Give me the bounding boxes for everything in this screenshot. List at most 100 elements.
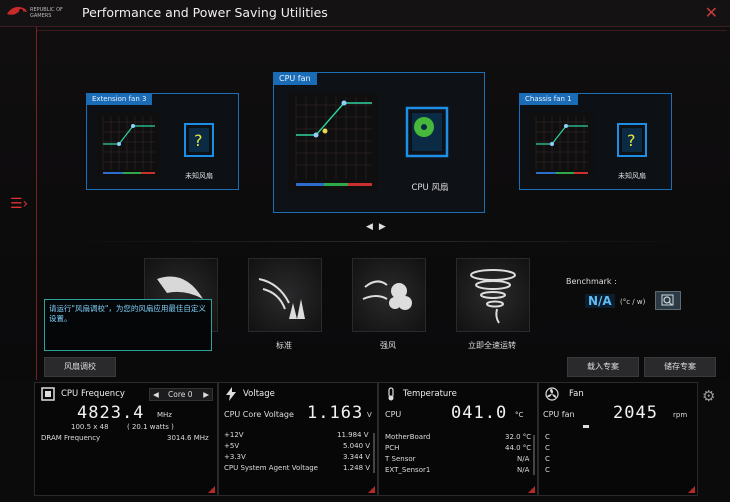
cpu-frequency-unit: MHz — [157, 411, 172, 419]
svg-text:?: ? — [194, 131, 203, 150]
menu-icon[interactable]: ☰› — [10, 196, 28, 212]
cpu-temp-unit: °C — [515, 411, 524, 419]
cpu-fan-unit: rpm — [673, 411, 688, 419]
benchmark-title: Benchmark : — [566, 277, 617, 286]
wind-icon — [258, 278, 305, 319]
next-icon[interactable]: ▶ — [379, 222, 392, 232]
svg-text:?: ? — [627, 131, 636, 150]
list-item-value: 11.984 V — [337, 431, 369, 439]
tornado-icon — [470, 269, 516, 324]
list-item-label: +3.3V — [224, 453, 246, 461]
scroll-thumb[interactable] — [583, 425, 589, 428]
cpu-chip-icon — [41, 387, 55, 401]
list-item-label: +5V — [224, 442, 240, 450]
list-item-label: T Sensor — [385, 455, 416, 463]
gust-icon — [362, 280, 412, 310]
list-item-value: N/A — [517, 466, 530, 474]
logo-text: REPUBLIC OF GAMERS — [30, 7, 63, 19]
mode-fullspeed-label: 立即全速运转 — [468, 341, 516, 350]
list-item-label: C — [545, 444, 550, 452]
benchmark-value: N/A — [585, 294, 615, 308]
resize-corner — [368, 486, 375, 493]
unknown-fan-icon: ? — [617, 123, 647, 157]
fan-card-chassis1[interactable]: Chassis fan 1 ? 未知风扇 — [519, 93, 672, 190]
cpu-watts: ( 20.1 watts ) — [127, 423, 174, 431]
temperature-panel: Temperature CPU 041.0 °C MotherBoard 32.… — [378, 382, 538, 496]
mode-turbo-tile[interactable] — [352, 258, 426, 332]
cpu-ratio: 100.5 x 48 — [71, 423, 109, 431]
list-item-value: 3.344 V — [343, 453, 371, 461]
list-item-label: PCH — [385, 444, 400, 452]
cpu-fan-value: 2045 — [613, 403, 658, 423]
thermometer-icon — [388, 387, 394, 401]
lightning-icon — [226, 387, 236, 401]
list-item-value: N/A — [517, 455, 530, 463]
title-bar: REPUBLIC OF GAMERS Performance and Power… — [0, 0, 730, 27]
benchmark-button[interactable] — [655, 291, 681, 310]
mode-turbo-label: 强风 — [380, 341, 396, 350]
voltage-panel: Voltage CPU Core Voltage 1.163 V +12V 11… — [218, 382, 378, 496]
fan-label: 未知风扇 — [185, 172, 213, 180]
gear-icon[interactable]: ⚙ — [702, 387, 715, 405]
core-select[interactable]: ◀ Core 0 ▶ — [149, 388, 213, 401]
fan-card-title: CPU fan — [273, 72, 317, 85]
scrollbar[interactable] — [373, 433, 375, 473]
fan-tuning-button[interactable]: 风扇调校 — [44, 357, 116, 377]
close-icon[interactable]: ✕ — [705, 3, 718, 22]
cpu-frequency-panel: CPU Frequency ◀ Core 0 ▶ 4823.4 MHz 100.… — [34, 382, 218, 496]
list-item-label: C — [545, 433, 550, 441]
fan-curve-chart — [97, 112, 161, 178]
chevron-left-icon[interactable]: ◀ — [153, 390, 159, 399]
save-profile-button[interactable]: 储存专案 — [644, 357, 716, 377]
carousel-nav: ◀▶ — [366, 222, 392, 232]
list-item-value: 1.248 V — [343, 464, 371, 472]
list-item-value: 32.0 °C — [505, 433, 532, 441]
fan-icon — [545, 387, 559, 401]
fan-panel: Fan CPU fan 2045 rpm C C C C — [538, 382, 698, 496]
fan-card-extension3[interactable]: Extension fan 3 ? 未知风扇 — [86, 93, 239, 190]
list-item-label: CPU System Agent Voltage — [224, 464, 318, 472]
divider — [60, 241, 700, 242]
mode-standard-label: 标准 — [276, 341, 292, 350]
list-item-label: EXT_Sensor1 — [385, 466, 431, 474]
panel-title: Temperature — [403, 389, 457, 399]
mode-fullspeed-tile[interactable] — [456, 258, 530, 332]
dram-label: DRAM Frequency — [41, 434, 101, 442]
fan-card-cpu[interactable]: CPU fan CPU 风扇 — [273, 72, 485, 213]
fan-card-title: Extension fan 3 — [86, 93, 153, 105]
cpu-fan-icon — [405, 106, 449, 158]
benchmark-unit: (°c / w) — [620, 298, 646, 306]
list-item-label: C — [545, 466, 550, 474]
window-title: Performance and Power Saving Utilities — [82, 5, 328, 20]
core-voltage-label: CPU Core Voltage — [224, 410, 294, 419]
prev-icon[interactable]: ◀ — [366, 222, 379, 232]
divider — [37, 30, 727, 31]
core-voltage-value: 1.163 — [307, 403, 364, 423]
fan-tuning-tooltip: 请运行"风扇调校"，为您的风扇应用最佳自定义设置。 — [44, 299, 212, 351]
list-item-label: C — [545, 455, 550, 463]
cpu-temp-label: CPU — [385, 410, 402, 419]
fan-curve-chart — [288, 93, 378, 191]
panel-title: Fan — [569, 389, 584, 399]
panel-title: CPU Frequency — [61, 389, 125, 399]
cpu-temp-value: 041.0 — [451, 403, 508, 423]
cpu-fan-label: CPU fan — [543, 410, 575, 419]
scrollbar[interactable] — [533, 435, 535, 475]
list-item-value: 5.040 V — [343, 442, 371, 450]
resize-corner — [528, 486, 535, 493]
chevron-right-icon[interactable]: ▶ — [203, 390, 209, 399]
panel-title: Voltage — [243, 389, 275, 399]
divider — [36, 27, 37, 380]
fan-label: CPU 风扇 — [411, 183, 449, 193]
magnifier-icon — [661, 294, 674, 306]
fan-card-title: Chassis fan 1 — [519, 93, 578, 105]
load-profile-button[interactable]: 载入专案 — [567, 357, 639, 377]
resize-corner — [208, 486, 215, 493]
fan-curve-chart — [530, 112, 594, 178]
fan-label: 未知风扇 — [618, 172, 646, 180]
unknown-fan-icon: ? — [184, 123, 214, 157]
cpu-frequency-value: 4823.4 — [77, 403, 145, 423]
list-item-value: 44.0 °C — [505, 444, 532, 452]
list-item-label: +12V — [224, 431, 244, 439]
mode-standard-tile[interactable] — [248, 258, 322, 332]
